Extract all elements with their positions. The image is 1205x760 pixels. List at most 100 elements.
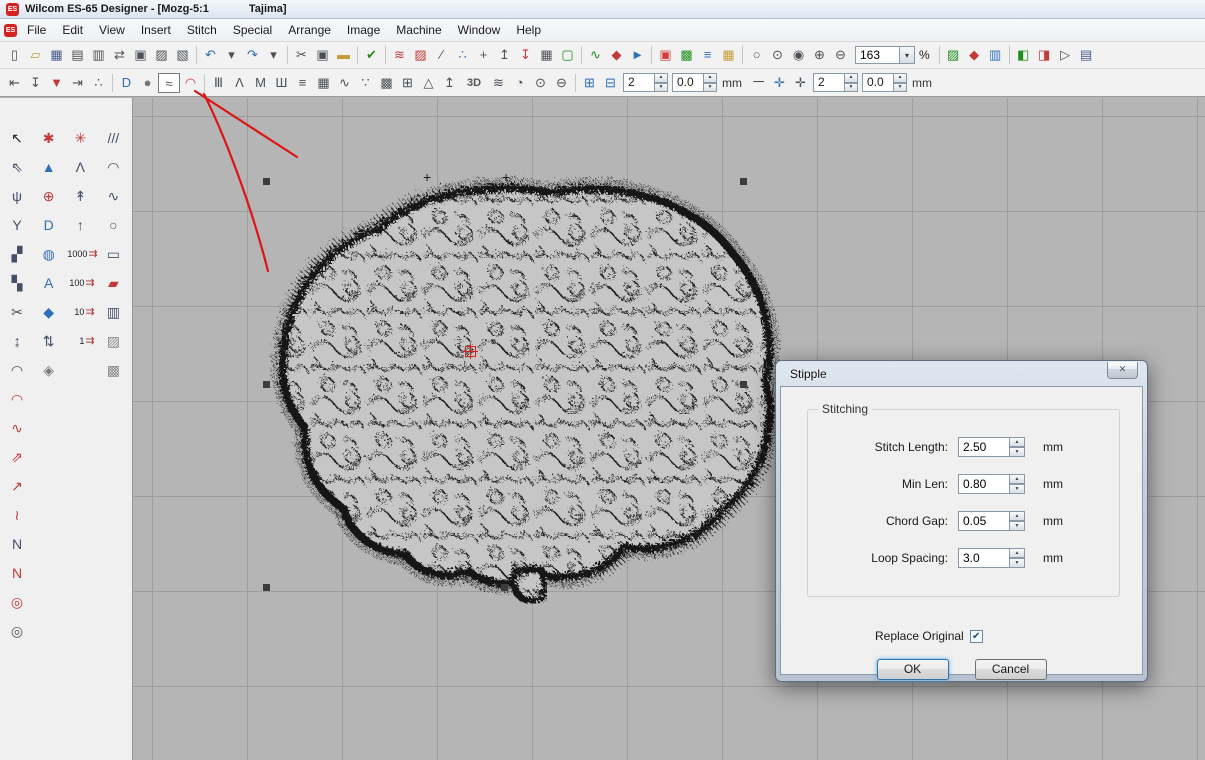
slow-redraw-tool[interactable]: ▚ <box>4 271 30 295</box>
menu-machine[interactable]: Machine <box>388 21 449 39</box>
stitch-length-input[interactable] <box>958 437 1010 457</box>
show-stitches-icon[interactable]: ◆ <box>964 45 985 65</box>
selection-handle[interactable] <box>501 584 508 591</box>
print-preview-icon[interactable]: ▥ <box>88 45 109 65</box>
cut-icon[interactable]: ✂ <box>291 45 312 65</box>
paste-icon[interactable]: ▬ <box>333 45 354 65</box>
outline-design-icon[interactable]: D <box>116 73 137 93</box>
penetration-icon[interactable]: ↧ <box>515 45 536 65</box>
redo-icon[interactable]: ↷ <box>242 45 263 65</box>
cancel-button[interactable]: Cancel <box>975 659 1047 680</box>
selection-handle[interactable] <box>263 381 270 388</box>
overview-window-icon[interactable]: ▥ <box>985 45 1006 65</box>
min-len-input[interactable] <box>958 474 1010 494</box>
chord-gap-spinner[interactable]: ▲▼ <box>1010 511 1025 531</box>
run-tool[interactable]: ∿ <box>4 416 30 440</box>
curve-tool[interactable]: ∿ <box>100 184 126 208</box>
run-stitch-icon[interactable]: ∕ <box>431 45 452 65</box>
grid-settings-icon[interactable]: ▦ <box>718 45 739 65</box>
needle-up-tool[interactable]: ↑ <box>67 213 93 237</box>
flower-fill-tool[interactable]: ✱ <box>36 126 62 150</box>
eyelet-icon[interactable]: ⊙ <box>530 73 551 93</box>
menu-help[interactable]: Help <box>508 21 549 39</box>
cross-stitch-icon[interactable]: ▩ <box>376 73 397 93</box>
open-design-icon[interactable]: ▱ <box>25 45 46 65</box>
gray-fill2-tool[interactable]: ▩ <box>100 358 126 382</box>
move-hoop-icon[interactable]: ✛ <box>790 73 811 93</box>
menu-stitch[interactable]: Stitch <box>179 21 225 39</box>
undo-icon[interactable]: ↶ <box>200 45 221 65</box>
stemstitch-tool[interactable]: ≀ <box>4 503 30 527</box>
insert-design-icon[interactable]: ▨ <box>151 45 172 65</box>
scissors-tool[interactable]: ✂ <box>4 300 30 324</box>
select-tool[interactable]: ↖ <box>4 126 30 150</box>
reshape-tool[interactable]: ⇖ <box>4 155 30 179</box>
zoom-out-icon[interactable]: ⊖ <box>830 45 851 65</box>
zigzag-fill-icon[interactable]: Λ <box>229 73 250 93</box>
selection-handle[interactable] <box>263 584 270 591</box>
shuttle-tool[interactable]: ▰ <box>100 271 126 295</box>
e-stitch-icon[interactable]: Ш <box>271 73 292 93</box>
fusion-fill-tool[interactable]: ▲ <box>36 155 62 179</box>
column-fill-icon[interactable]: ↥ <box>439 73 460 93</box>
pan-design-icon[interactable]: ✛ <box>769 73 790 93</box>
offset-a-arrows[interactable]: ▲▼ <box>655 73 668 92</box>
gap-b-value[interactable]: 0.0 <box>862 73 894 92</box>
gap-b-arrows[interactable]: ▲▼ <box>894 73 907 92</box>
design-properties-icon[interactable]: ▧ <box>172 45 193 65</box>
replace-original-checkbox[interactable]: ✔ <box>970 630 983 643</box>
fill-hole-icon[interactable]: ● <box>137 73 158 93</box>
satin-fill-icon[interactable]: Ⅲ <box>208 73 229 93</box>
stitch-edit-tool[interactable]: Y <box>4 213 30 237</box>
min-len-spinner[interactable]: ▲▼ <box>1010 474 1025 494</box>
menu-image[interactable]: Image <box>339 21 388 39</box>
double-zigzag-icon[interactable]: Μ <box>250 73 271 93</box>
closed-object-tool[interactable]: Ν <box>4 561 30 585</box>
arc-tool[interactable]: ◠ <box>100 155 126 179</box>
satin-stitch-icon[interactable]: ▨ <box>410 45 431 65</box>
hoop-icon[interactable]: ▢ <box>557 45 578 65</box>
zoom-in-icon[interactable]: ⊕ <box>809 45 830 65</box>
zoom-tool-icon[interactable]: ○ <box>746 45 767 65</box>
menu-insert[interactable]: Insert <box>133 21 179 39</box>
selection-handle[interactable] <box>740 178 747 185</box>
menu-file[interactable]: File <box>19 21 54 39</box>
polygon-select-tool[interactable]: ψ <box>4 184 30 208</box>
gray-fill-tool[interactable]: ▨ <box>100 329 126 353</box>
stitch-verify-icon[interactable]: ✔ <box>361 45 382 65</box>
three-d-effect-icon[interactable]: 3D <box>460 73 488 93</box>
stitch-player-tool[interactable]: ↨ <box>4 329 30 353</box>
overlap-remove-icon[interactable]: ▩ <box>676 45 697 65</box>
applique-tool[interactable]: ◍ <box>36 242 62 266</box>
stitch-density-1000[interactable]: 1000⇉ <box>67 242 98 266</box>
knife-tool[interactable]: ▞ <box>4 242 30 266</box>
grid-show-icon[interactable]: ⊟ <box>600 73 621 93</box>
ok-button[interactable]: OK <box>877 659 949 680</box>
thread-colors-icon[interactable]: ≡ <box>697 45 718 65</box>
eyelet-tool[interactable]: ◎ <box>4 619 30 643</box>
menu-special[interactable]: Special <box>225 21 280 39</box>
stipple-fill-icon[interactable]: ≈ <box>158 73 180 93</box>
background-icon[interactable]: ► <box>627 45 648 65</box>
loop-spacing-input[interactable] <box>958 548 1010 568</box>
tie-in-icon[interactable]: ↧ <box>25 73 46 93</box>
brain-embroidery-design[interactable] <box>251 164 781 609</box>
menu-arrange[interactable]: Arrange <box>280 21 339 39</box>
selection-handle[interactable] <box>263 178 270 185</box>
write-to-card-icon[interactable]: ▣ <box>130 45 151 65</box>
offset-b-arrows[interactable]: ▲▼ <box>704 73 717 92</box>
gap-a-value[interactable]: 2 <box>813 73 845 92</box>
buttonhole-icon[interactable]: ⊖ <box>551 73 572 93</box>
fancy-fill-icon[interactable]: ≋ <box>488 73 509 93</box>
bling-tool[interactable]: ◈ <box>36 358 62 382</box>
stitch-density-1[interactable]: 1⇉ <box>67 329 98 353</box>
zoom-dropdown-icon[interactable]: ▾ <box>899 46 915 64</box>
offset-b-value[interactable]: 0.0 <box>672 73 704 92</box>
contour-fill-icon[interactable]: △ <box>418 73 439 93</box>
branch-zigzag-tool[interactable]: Λ <box>67 155 93 179</box>
stitch-cursor-icon[interactable]: + <box>473 45 494 65</box>
penetration-tool[interactable]: ◎ <box>4 590 30 614</box>
lettering-tool[interactable]: A <box>36 271 62 295</box>
gap-a-arrows[interactable]: ▲▼ <box>845 73 858 92</box>
zoom-box-icon[interactable]: ⊙ <box>767 45 788 65</box>
